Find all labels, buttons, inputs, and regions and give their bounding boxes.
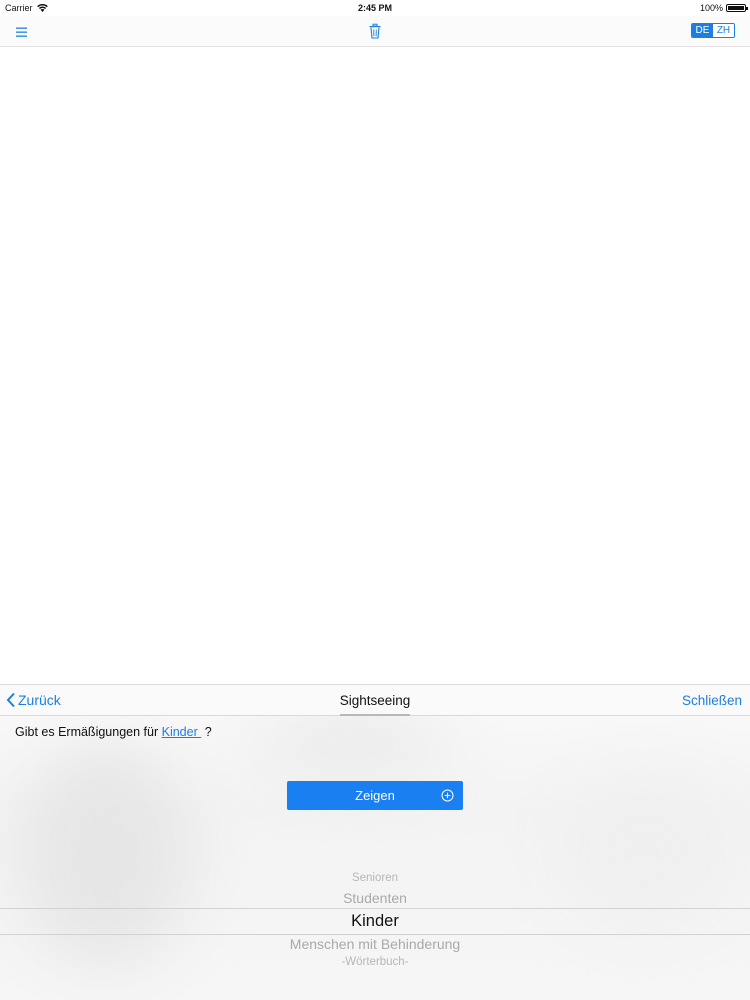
picker-item[interactable]: Studenten (0, 890, 750, 906)
top-toolbar: DE ZH (0, 16, 750, 47)
picker-item[interactable]: -Wörterbuch- (0, 956, 750, 968)
title-underline (340, 714, 410, 716)
lang-de-button[interactable]: DE (692, 24, 713, 37)
battery-percent: 100% (699, 3, 723, 13)
show-button-label: Zeigen (355, 788, 395, 803)
picker-selection-bottom-line (0, 934, 750, 935)
lang-zh-button[interactable]: ZH (713, 24, 734, 37)
question-prefix: Gibt es Ermäßigungen für (15, 725, 162, 739)
question-keyword-link[interactable]: Kinder (162, 725, 202, 739)
option-picker[interactable]: Senioren Studenten Kinder Menschen mit B… (0, 865, 750, 975)
hamburger-icon[interactable] (14, 24, 30, 40)
picker-item[interactable]: Menschen mit Behinderung (0, 936, 750, 952)
status-time: 2:45 PM (357, 3, 392, 13)
status-bar: Carrier 2:45 PM 100% (0, 0, 750, 16)
panel-nav-bar: Zurück Sightseeing Schließen (0, 685, 750, 716)
background-blur (250, 705, 450, 785)
question-suffix: ? (201, 725, 212, 739)
content-area (0, 47, 750, 684)
picker-item[interactable]: Senioren (0, 872, 750, 884)
picker-item-selected[interactable]: Kinder (0, 912, 750, 931)
question-text: Gibt es Ermäßigungen für Kinder ? (15, 725, 212, 739)
panel-title: Sightseeing (339, 693, 411, 708)
phrase-panel: Zurück Sightseeing Schließen Gibt es Erm… (0, 684, 750, 1000)
trash-icon[interactable] (367, 23, 383, 40)
picker-selection-top-line (0, 908, 750, 909)
show-button[interactable]: Zeigen (287, 781, 463, 810)
close-button[interactable]: Schließen (682, 693, 742, 708)
status-right: 100% (699, 3, 748, 13)
language-toggle: DE ZH (691, 23, 735, 38)
plus-circle-icon (441, 789, 454, 802)
battery-icon (726, 4, 748, 12)
